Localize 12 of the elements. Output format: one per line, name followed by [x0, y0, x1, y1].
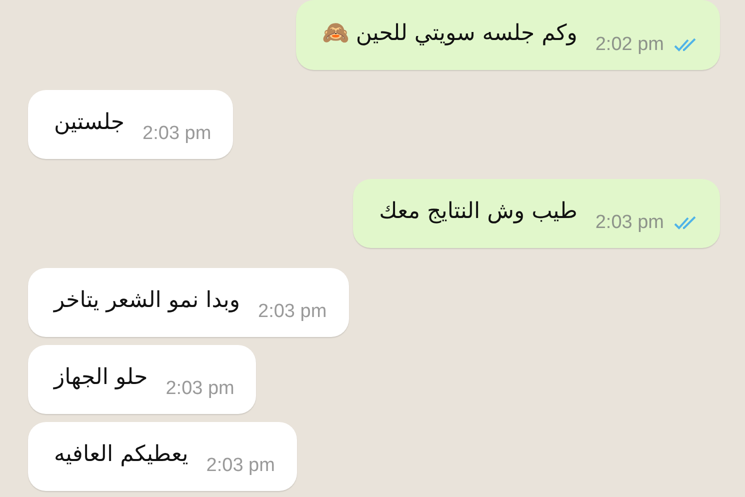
message-time: 2:03 pm: [258, 301, 327, 323]
message-time: 2:03 pm: [206, 455, 275, 477]
message-time: 2:03 pm: [142, 123, 212, 145]
message-time: 2:02 pm: [595, 34, 664, 56]
message-text: وبدا نمو الشعر يتاخر: [54, 288, 240, 315]
message-text: طيب وش النتايج معك: [379, 199, 578, 226]
message-text: جلستين: [54, 110, 125, 137]
message-text: وكم جلسه سويتي للحين 🙈: [322, 20, 578, 48]
message-time: 2:03 pm: [166, 378, 234, 400]
message-time: 2:03 pm: [595, 212, 664, 234]
message-text: حلو الجهاز: [54, 365, 148, 392]
message-text: يعطيكم العافيه: [54, 442, 188, 469]
